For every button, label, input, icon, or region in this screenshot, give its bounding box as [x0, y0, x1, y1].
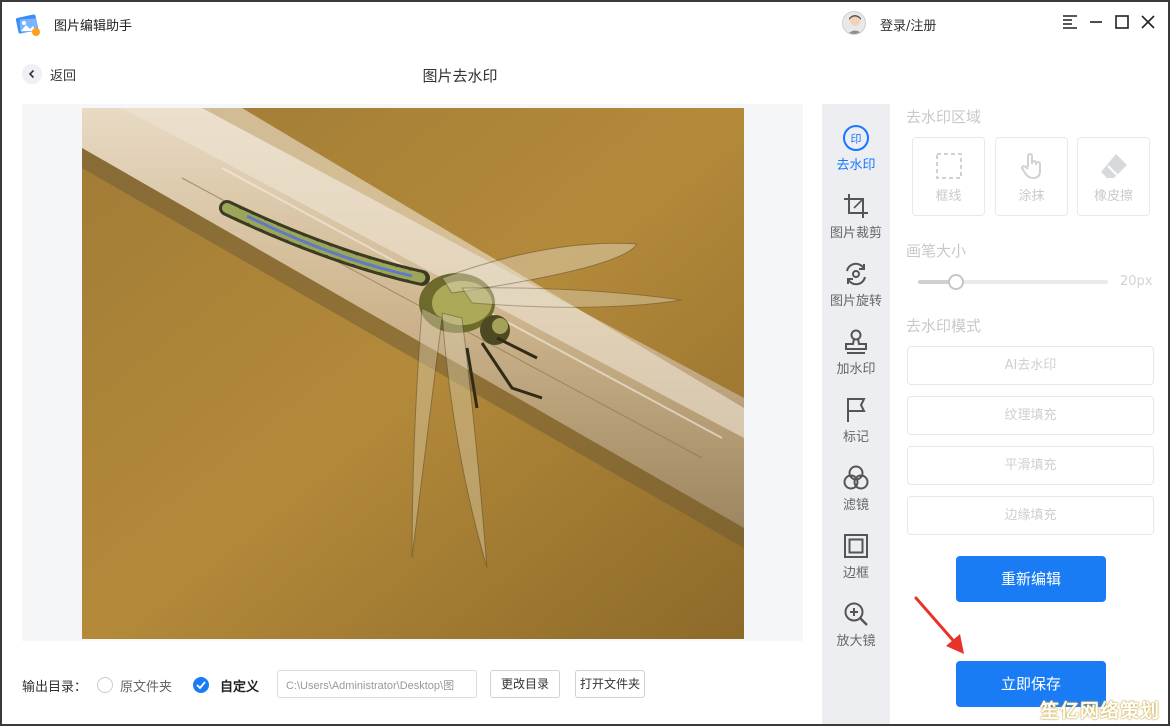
- output-bar: 输出目录： 原文件夹 自定义 C:\Users\Administrator\De…: [22, 666, 662, 702]
- area-eraser-button[interactable]: 橡皮擦: [1077, 137, 1150, 216]
- output-label: 输出目录：: [22, 680, 88, 695]
- area-button-label: 涂抹: [1018, 189, 1045, 204]
- area-box-button[interactable]: 框线: [912, 137, 985, 216]
- tool-filter[interactable]: 滤镜: [822, 460, 890, 524]
- tool-remove-watermark[interactable]: 印 去水印: [822, 120, 890, 184]
- reedit-button[interactable]: 重新编辑: [956, 556, 1106, 602]
- image-canvas[interactable]: [22, 104, 803, 641]
- area-section-title: 去水印区域: [906, 108, 982, 126]
- tool-label: 标记: [842, 430, 869, 445]
- menu-icon: [1063, 15, 1077, 29]
- app-window: 图片编辑助手 登录/注册 返回 图片去水印 印 去水印 图片裁剪 图片旋转 加水…: [0, 0, 1170, 726]
- rotate-icon: [846, 262, 866, 286]
- tool-magnifier[interactable]: 放大镜: [822, 596, 890, 660]
- watermark-text: 笙亿网络策划: [1040, 700, 1161, 722]
- mode-smooth-button[interactable]: 平滑填充: [907, 446, 1154, 485]
- eraser-icon: [1100, 154, 1127, 178]
- change-directory-button[interactable]: 更改目录: [490, 670, 560, 698]
- app-title: 图片编辑助手: [54, 19, 133, 34]
- slider-thumb[interactable]: [948, 274, 964, 290]
- mode-edge-button[interactable]: 边缘填充: [907, 496, 1154, 535]
- crop-icon: [844, 194, 868, 218]
- tool-crop[interactable]: 图片裁剪: [822, 188, 890, 252]
- watermark-seal-icon: 印: [843, 125, 869, 151]
- title-bar: 图片编辑助手 登录/注册: [2, 2, 1168, 46]
- app-logo-icon: [15, 14, 40, 36]
- tool-add-watermark[interactable]: 加水印: [822, 324, 890, 388]
- close-button[interactable]: [1138, 12, 1158, 32]
- menu-button[interactable]: [1060, 12, 1080, 32]
- tool-border[interactable]: 边框: [822, 528, 890, 592]
- tool-label: 边框: [842, 566, 869, 581]
- zoom-icon: [844, 602, 868, 626]
- radio-original-folder[interactable]: [97, 677, 113, 693]
- area-button-label: 橡皮擦: [1093, 189, 1133, 204]
- radio-original-label[interactable]: 原文件夹: [120, 676, 172, 695]
- tool-label: 去水印: [836, 158, 876, 173]
- mode-ai-button[interactable]: AI去水印: [907, 346, 1154, 385]
- tool-rail: 印 去水印 图片裁剪 图片旋转 加水印 标记 滤镜 边框 放大镜: [822, 104, 890, 724]
- tool-label: 图片裁剪: [829, 226, 882, 241]
- tool-label: 放大镜: [836, 634, 876, 649]
- mode-texture-button[interactable]: 纹理填充: [907, 396, 1154, 435]
- svg-text:印: 印: [851, 133, 862, 146]
- page-title: 图片去水印: [422, 67, 498, 85]
- radio-custom[interactable]: [193, 677, 209, 693]
- hand-pointer-icon: [1020, 153, 1041, 180]
- brush-size-slider[interactable]: [918, 274, 1108, 290]
- close-icon: [1141, 15, 1155, 29]
- maximize-button[interactable]: [1112, 12, 1132, 32]
- minimize-button[interactable]: [1086, 12, 1106, 32]
- tool-mark[interactable]: 标记: [822, 392, 890, 456]
- border-icon: [844, 534, 868, 558]
- brush-section-title: 画笔大小: [906, 242, 967, 260]
- stamp-icon: [845, 329, 867, 354]
- dashed-box-icon: [935, 153, 962, 179]
- radio-custom-label[interactable]: 自定义: [220, 676, 259, 695]
- user-avatar[interactable]: [842, 11, 866, 35]
- tool-label: 加水印: [836, 362, 876, 377]
- area-smear-button[interactable]: 涂抹: [995, 137, 1068, 216]
- check-icon: [196, 681, 206, 690]
- brush-size-value: 20px: [1120, 274, 1153, 289]
- dragonfly-photo: [82, 108, 744, 639]
- sub-header: 返回 图片去水印: [2, 58, 1168, 92]
- open-folder-button[interactable]: 打开文件夹: [575, 670, 645, 698]
- maximize-icon: [1115, 15, 1129, 29]
- annotation-arrow-icon: [914, 596, 964, 654]
- user-icon: [847, 15, 863, 34]
- flag-icon: [847, 398, 866, 422]
- minimize-icon: [1090, 21, 1102, 23]
- filter-icon: [843, 465, 869, 490]
- tool-label: 图片旋转: [829, 294, 882, 309]
- output-path-field[interactable]: C:\Users\Administrator\Desktop\图: [277, 670, 477, 698]
- tool-label: 滤镜: [842, 498, 869, 513]
- tool-rotate[interactable]: 图片旋转: [822, 256, 890, 320]
- mode-section-title: 去水印模式: [906, 317, 982, 335]
- area-button-label: 框线: [935, 189, 962, 204]
- login-register-link[interactable]: 登录/注册: [880, 15, 936, 34]
